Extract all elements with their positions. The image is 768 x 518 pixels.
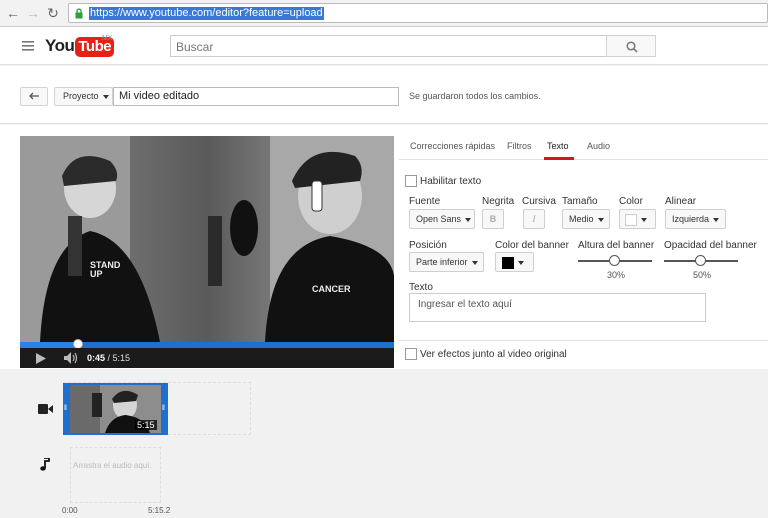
save-status: Se guardaron todos los cambios. xyxy=(409,91,541,101)
search-placeholder: Buscar xyxy=(176,40,214,54)
chevron-down-icon xyxy=(465,217,472,222)
timeline-end-time: 5:15.2 xyxy=(148,506,171,515)
time-total: 5:15 xyxy=(112,353,131,363)
chevron-down-icon xyxy=(518,260,524,265)
enable-text-checkbox[interactable] xyxy=(405,175,417,187)
address-bar[interactable]: https://www.youtube.com/editor?feature=u… xyxy=(68,3,768,23)
banner-opacity-handle[interactable] xyxy=(695,255,706,266)
video-frame xyxy=(20,136,394,342)
bold-icon: B xyxy=(489,214,497,224)
search-input[interactable]: Buscar xyxy=(170,35,607,57)
back-arrow-icon[interactable]: ← xyxy=(4,4,22,22)
menu-icon[interactable] xyxy=(22,41,34,51)
banner-color-picker[interactable] xyxy=(495,252,534,272)
bold-label: Negrita xyxy=(482,196,515,207)
search-button[interactable] xyxy=(606,35,656,57)
font-select-value: Open Sans xyxy=(416,214,462,224)
chevron-down-icon xyxy=(471,260,478,265)
clip-handle-left[interactable]: ǁ xyxy=(63,383,70,435)
tab-active-indicator xyxy=(544,157,574,160)
clip-handle-right[interactable]: ǁ xyxy=(161,383,168,435)
shirt-text-left: STAND UP xyxy=(90,260,121,279)
color-label: Color xyxy=(619,196,643,207)
project-menu-button[interactable]: Proyecto xyxy=(54,87,113,106)
region-code: MX xyxy=(102,35,113,42)
banner-opacity-label: Opacidad del banner xyxy=(664,240,757,251)
position-select-value: Parte inferior xyxy=(416,257,468,267)
time-separator: / xyxy=(105,353,113,363)
enhancement-tabs: Correcciones rápidas Filtros Texto Audio xyxy=(399,125,768,160)
search-icon xyxy=(626,41,638,53)
side-by-side-label: Ver efectos junto al video original xyxy=(420,349,567,360)
youtube-logo[interactable]: You Tube MX xyxy=(45,35,115,58)
align-select-value: Izquierda xyxy=(672,214,710,224)
italic-button[interactable]: I xyxy=(523,209,545,229)
text-input-placeholder: Ingresar el texto aquí xyxy=(418,299,512,310)
chevron-down-icon xyxy=(102,94,109,99)
tab-text[interactable]: Texto xyxy=(547,141,569,151)
font-label: Fuente xyxy=(409,196,441,207)
enable-text-label: Habilitar texto xyxy=(420,176,482,187)
editor-panel: STAND UP CANCER 0:45 / 5:15 Correcciones… xyxy=(0,125,768,369)
tab-audio[interactable]: Audio xyxy=(587,141,610,151)
text-color-picker[interactable] xyxy=(619,209,656,229)
tab-quick-fixes[interactable]: Correcciones rápidas xyxy=(410,141,495,151)
video-camera-icon xyxy=(38,404,53,414)
align-label: Alinear xyxy=(665,196,697,207)
project-menu-label: Proyecto xyxy=(63,91,99,101)
grip-icon: ǁ xyxy=(162,405,165,412)
text-input[interactable]: Ingresar el texto aquí xyxy=(409,293,706,322)
video-player[interactable]: STAND UP CANCER 0:45 / 5:15 xyxy=(20,136,394,368)
audio-dropzone-text: Arrastra el audio aquí. xyxy=(73,461,152,470)
time-display: 0:45 / 5:15 xyxy=(87,353,130,363)
chevron-down-icon xyxy=(713,217,720,222)
italic-icon: I xyxy=(532,214,536,224)
youtube-header: You Tube MX Buscar xyxy=(0,27,768,65)
italic-label: Cursiva xyxy=(522,196,556,207)
play-icon[interactable] xyxy=(36,353,46,364)
banner-height-label: Altura del banner xyxy=(578,240,655,251)
project-bar: Proyecto Mi video editado Se guardaron t… xyxy=(0,66,768,124)
tab-filters[interactable]: Filtros xyxy=(507,141,532,151)
chevron-down-icon xyxy=(597,217,604,222)
color-swatch-black xyxy=(502,256,514,269)
grip-icon: ǁ xyxy=(64,405,67,412)
music-note-icon xyxy=(40,458,50,471)
url-text[interactable]: https://www.youtube.com/editor?feature=u… xyxy=(89,7,324,20)
chevron-down-icon xyxy=(641,217,647,222)
forward-arrow-icon[interactable]: → xyxy=(24,4,42,22)
position-label: Posición xyxy=(409,240,447,251)
banner-height-value: 30% xyxy=(607,270,626,280)
bold-button[interactable]: B xyxy=(482,209,504,229)
timeline-start-time: 0:00 xyxy=(62,506,78,515)
browser-toolbar: ← → ↻ https://www.youtube.com/editor?fea… xyxy=(0,0,768,27)
audio-track[interactable]: Arrastra el audio aquí. xyxy=(70,447,161,503)
position-select[interactable]: Parte inferior xyxy=(409,252,484,272)
undo-arrow-icon xyxy=(29,92,39,100)
timeline: ǁ 5:15 ǁ Arrastra el audio aquí. 0:00 5:… xyxy=(0,369,768,518)
divider xyxy=(399,340,768,341)
logo-you: You xyxy=(45,36,75,55)
reload-icon[interactable]: ↻ xyxy=(44,4,62,22)
text-label: Texto xyxy=(409,282,433,293)
banner-opacity-value: 50% xyxy=(693,270,712,280)
font-select[interactable]: Open Sans xyxy=(409,209,475,229)
shirt-text-right: CANCER xyxy=(312,284,351,294)
video-clip[interactable]: ǁ 5:15 ǁ xyxy=(63,383,168,435)
lock-icon xyxy=(75,8,83,19)
size-select-value: Medio xyxy=(569,214,594,224)
banner-height-handle[interactable] xyxy=(609,255,620,266)
size-select[interactable]: Medio xyxy=(562,209,610,229)
time-current: 0:45 xyxy=(87,353,106,363)
banner-color-label: Color del banner xyxy=(495,240,569,251)
back-button[interactable] xyxy=(20,87,48,106)
player-controls: 0:45 / 5:15 xyxy=(20,348,394,368)
align-select[interactable]: Izquierda xyxy=(665,209,726,229)
volume-icon[interactable] xyxy=(64,352,78,364)
clip-duration: 5:15 xyxy=(135,420,157,430)
side-by-side-checkbox[interactable] xyxy=(405,348,417,360)
size-label: Tamaño xyxy=(562,196,598,207)
project-title-input[interactable]: Mi video editado xyxy=(113,87,399,106)
color-swatch-white xyxy=(625,213,637,226)
